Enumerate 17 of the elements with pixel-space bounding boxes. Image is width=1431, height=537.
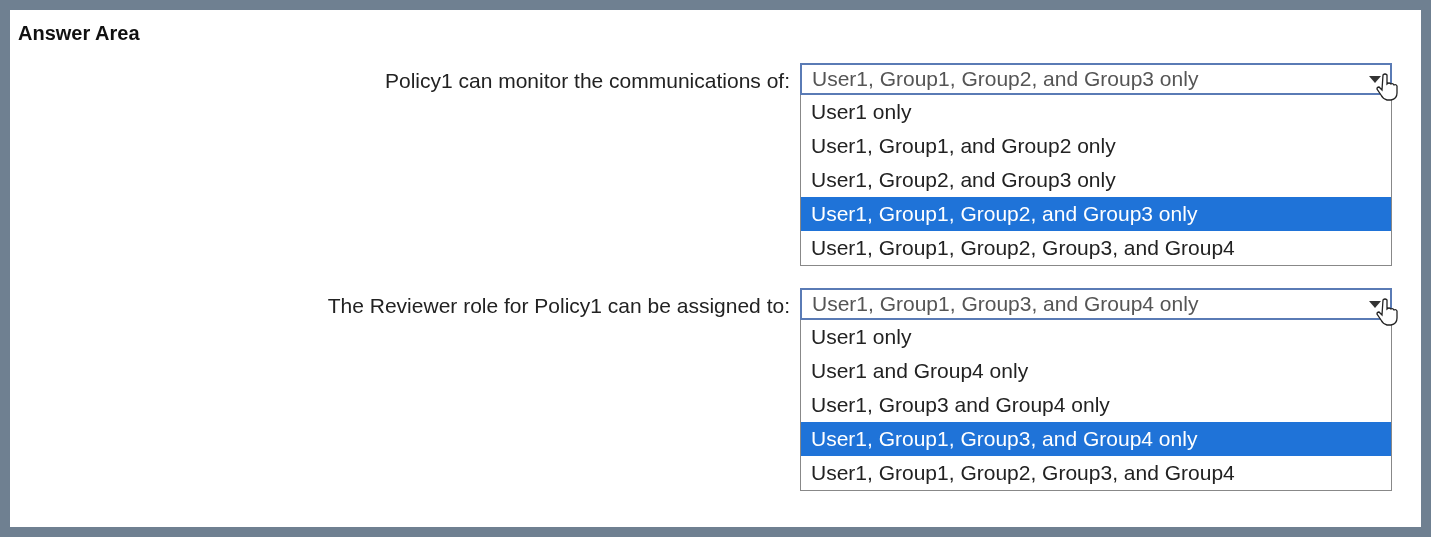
dropdown-option[interactable]: User1, Group1, Group2, and Group3 only <box>801 197 1391 231</box>
dropdown-option[interactable]: User1 only <box>801 320 1391 354</box>
dropdown-option[interactable]: User1, Group1, and Group2 only <box>801 129 1391 163</box>
dropdown-option[interactable]: User1, Group1, Group3, and Group4 only <box>801 422 1391 456</box>
dropdown-option[interactable]: User1 and Group4 only <box>801 354 1391 388</box>
dropdown-arrow-icon <box>1369 75 1381 83</box>
heading: Answer Area <box>18 22 140 45</box>
dropdown-option[interactable]: User1 only <box>801 95 1391 129</box>
question-label: The Reviewer role for Policy1 can be assigned to: <box>327 294 790 318</box>
hand-cursor-icon <box>1376 73 1398 101</box>
dropdown-option[interactable]: User1, Group2, and Group3 only <box>801 163 1391 197</box>
dropdown-option[interactable]: User1, Group1, Group2, Group3, and Group4 <box>801 231 1391 265</box>
hand-cursor-icon <box>1376 298 1398 326</box>
dropdown-option[interactable]: User1, Group1, Group2, Group3, and Group4 <box>801 456 1391 490</box>
question-label: Policy1 can monitor the communications of: <box>384 69 790 93</box>
dropdown-arrow-icon <box>1369 300 1381 308</box>
dropdown-option[interactable]: User1, Group3 and Group4 only <box>801 388 1391 422</box>
